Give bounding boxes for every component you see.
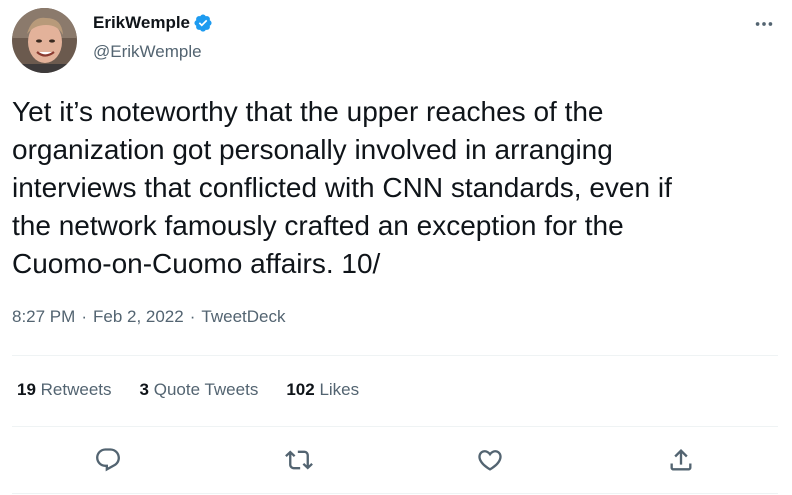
divider xyxy=(12,426,778,427)
retweets-stat[interactable]: 19 Retweets xyxy=(17,380,112,400)
tweet: ErikWemple @ErikWemple Yet it’s notewort… xyxy=(0,0,792,495)
verified-badge-icon xyxy=(193,13,213,33)
tweet-text: Yet it’s noteworthy that the upper reach… xyxy=(12,96,672,279)
retweet-icon[interactable] xyxy=(282,443,316,477)
heart-icon[interactable] xyxy=(473,443,507,477)
quotes-stat[interactable]: 3 Quote Tweets xyxy=(140,380,259,400)
divider xyxy=(12,355,778,356)
likes-count: 102 xyxy=(286,380,315,399)
retweets-count: 19 xyxy=(17,380,36,399)
avatar[interactable] xyxy=(12,8,77,73)
quotes-count: 3 xyxy=(139,380,149,399)
author-name-row: ErikWemple xyxy=(93,13,213,33)
author-handle[interactable]: @ErikWemple xyxy=(93,42,202,62)
avatar-image xyxy=(12,8,77,73)
tweet-meta: 8:27 PM · Feb 2, 2022 · TweetDeck xyxy=(12,307,286,327)
engagement-stats: 19 Retweets 3 Quote Tweets 102 Likes xyxy=(17,380,387,400)
divider xyxy=(12,493,778,494)
reply-icon[interactable] xyxy=(91,443,125,477)
meta-separator: · xyxy=(81,307,87,326)
likes-label: Likes xyxy=(319,380,360,399)
likes-stat[interactable]: 102 Likes xyxy=(286,380,359,400)
quotes-label: Quote Tweets xyxy=(153,380,259,399)
tweet-time[interactable]: 8:27 PM xyxy=(12,307,75,327)
meta-separator: · xyxy=(189,307,196,326)
retweets-label: Retweets xyxy=(40,380,112,399)
action-bar xyxy=(0,443,792,477)
more-icon[interactable] xyxy=(752,14,776,34)
display-name[interactable]: ErikWemple xyxy=(93,13,190,33)
share-icon[interactable] xyxy=(664,443,698,477)
tweet-source[interactable]: TweetDeck xyxy=(201,307,285,327)
tweet-date[interactable]: Feb 2, 2022 xyxy=(93,307,184,327)
